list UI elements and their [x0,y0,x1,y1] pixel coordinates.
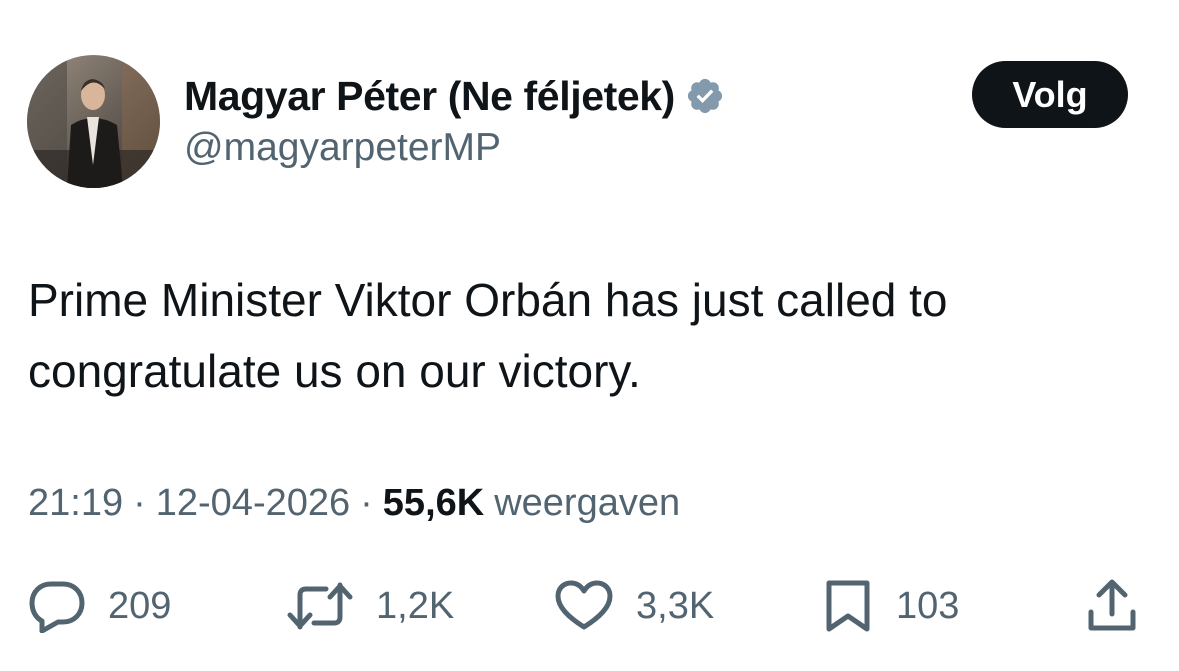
share-icon [1086,578,1138,634]
views-label: weergaven [494,481,681,524]
reply-button[interactable]: 209 [28,578,171,634]
tweet-text-line: Prime Minister Viktor Orbán has just cal… [28,274,948,326]
tweet-text-line: congratulate us on our victory. [28,345,641,397]
bookmark-button[interactable]: 103 [822,578,959,634]
author-display-name[interactable]: Magyar Péter (Ne féljetek) [184,73,675,120]
tweet-meta: 21:19 · 12-04-2026 · 55,6K weergaven [28,478,680,528]
meta-separator: · [360,481,373,524]
repost-button[interactable]: 1,2K [286,578,454,634]
action-bar: 209 1,2K 3,3K 103 [0,578,1179,634]
bookmark-icon [822,579,874,633]
repost-count: 1,2K [376,584,455,627]
views-count: 55,6K [382,481,485,524]
avatar[interactable] [27,55,160,188]
like-count: 3,3K [636,584,715,627]
follow-button[interactable]: Volg [972,61,1128,128]
author-name-row: Magyar Péter (Ne féljetek) [184,70,725,122]
repost-icon [286,579,354,633]
share-button[interactable] [1086,578,1138,634]
bookmark-count: 103 [896,584,960,627]
like-icon [554,579,614,633]
tweet-text: Prime Minister Viktor Orbán has just cal… [28,265,1148,407]
like-button[interactable]: 3,3K [554,578,714,634]
tweet-date[interactable]: 12-04-2026 [156,482,350,525]
avatar-image [27,55,160,188]
meta-separator: · [133,481,146,524]
tweet-time[interactable]: 21:19 [28,482,123,525]
reply-count: 209 [108,584,172,627]
verified-badge-icon[interactable] [685,76,725,116]
reply-icon [28,579,86,633]
author-handle[interactable]: @magyarpeterMP [184,126,501,170]
